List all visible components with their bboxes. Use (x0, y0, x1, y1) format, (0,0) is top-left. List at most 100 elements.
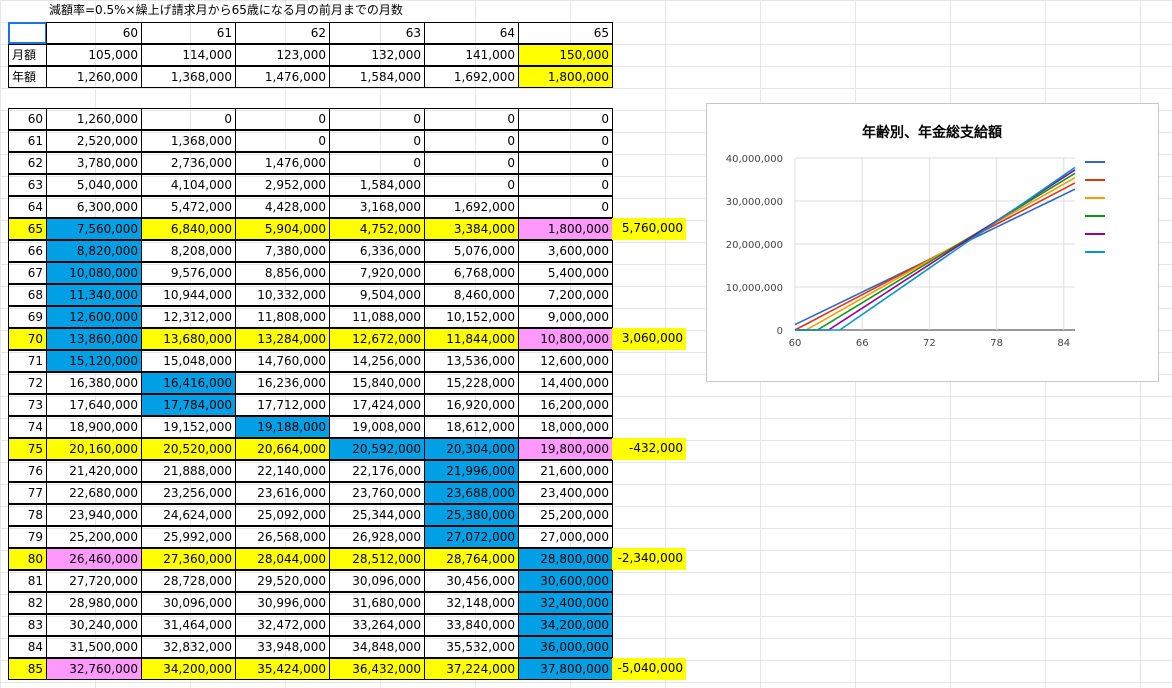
total-value-cell[interactable]: 10,800,000 (518, 328, 613, 350)
total-value-cell[interactable]: 0 (235, 130, 330, 152)
age-label-cell[interactable]: 61 (8, 130, 47, 152)
total-value-cell[interactable]: 20,592,000 (329, 438, 425, 460)
total-value-cell[interactable]: 30,600,000 (518, 570, 613, 592)
total-value-cell[interactable]: 6,336,000 (329, 240, 425, 262)
total-value-cell[interactable]: 19,188,000 (235, 416, 330, 438)
total-value-cell[interactable]: 23,760,000 (329, 482, 425, 504)
total-value-cell[interactable]: 30,096,000 (141, 592, 236, 614)
total-value-cell[interactable]: 21,996,000 (424, 460, 519, 482)
total-value-cell[interactable]: 23,256,000 (141, 482, 236, 504)
total-value-cell[interactable]: 17,712,000 (235, 394, 330, 416)
total-value-cell[interactable]: 32,760,000 (46, 658, 142, 680)
total-value-cell[interactable]: 0 (424, 174, 519, 196)
total-value-cell[interactable]: 11,844,000 (424, 328, 519, 350)
total-value-cell[interactable]: 7,380,000 (235, 240, 330, 262)
total-value-cell[interactable]: 30,240,000 (46, 614, 142, 636)
total-value-cell[interactable]: 11,340,000 (46, 284, 142, 306)
total-value-cell[interactable]: 17,424,000 (329, 394, 425, 416)
total-value-cell[interactable]: 6,768,000 (424, 262, 519, 284)
total-value-cell[interactable]: 20,520,000 (141, 438, 236, 460)
header-age-cell[interactable]: 62 (235, 22, 330, 44)
total-value-cell[interactable]: 7,920,000 (329, 262, 425, 284)
total-value-cell[interactable]: 3,168,000 (329, 196, 425, 218)
total-value-cell[interactable]: 27,072,000 (424, 526, 519, 548)
total-value-cell[interactable]: 16,200,000 (518, 394, 613, 416)
annual-value-cell[interactable]: 1,260,000 (46, 66, 142, 88)
total-value-cell[interactable]: 0 (518, 196, 613, 218)
total-value-cell[interactable]: 36,432,000 (329, 658, 425, 680)
total-value-cell[interactable]: 1,584,000 (329, 174, 425, 196)
total-value-cell[interactable]: 28,044,000 (235, 548, 330, 570)
age-label-cell[interactable]: 64 (8, 196, 47, 218)
total-value-cell[interactable]: 9,504,000 (329, 284, 425, 306)
total-value-cell[interactable]: 1,800,000 (518, 218, 613, 240)
age-label-cell[interactable]: 76 (8, 460, 47, 482)
total-value-cell[interactable]: 25,380,000 (424, 504, 519, 526)
row-label[interactable]: 月額 (8, 44, 47, 66)
total-value-cell[interactable]: 0 (424, 130, 519, 152)
total-value-cell[interactable]: 31,680,000 (329, 592, 425, 614)
difference-cell[interactable]: -2,340,000 (612, 548, 686, 570)
total-value-cell[interactable]: 20,160,000 (46, 438, 142, 460)
total-value-cell[interactable]: 16,416,000 (141, 372, 236, 394)
selected-cell[interactable] (8, 22, 47, 44)
age-label-cell[interactable]: 67 (8, 262, 47, 284)
difference-cell[interactable]: 5,760,000 (612, 218, 686, 240)
total-value-cell[interactable]: 15,048,000 (141, 350, 236, 372)
total-value-cell[interactable]: 1,692,000 (424, 196, 519, 218)
total-value-cell[interactable]: 21,600,000 (518, 460, 613, 482)
total-value-cell[interactable]: 25,200,000 (46, 526, 142, 548)
total-value-cell[interactable]: 23,688,000 (424, 482, 519, 504)
age-label-cell[interactable]: 66 (8, 240, 47, 262)
total-value-cell[interactable]: 17,784,000 (141, 394, 236, 416)
total-value-cell[interactable]: 13,860,000 (46, 328, 142, 350)
total-value-cell[interactable]: 13,680,000 (141, 328, 236, 350)
total-value-cell[interactable]: 33,264,000 (329, 614, 425, 636)
total-value-cell[interactable]: 2,736,000 (141, 152, 236, 174)
total-value-cell[interactable]: 25,200,000 (518, 504, 613, 526)
total-value-cell[interactable]: 0 (424, 108, 519, 130)
total-value-cell[interactable]: 26,460,000 (46, 548, 142, 570)
total-value-cell[interactable]: 0 (235, 108, 330, 130)
total-value-cell[interactable]: 0 (329, 130, 425, 152)
total-value-cell[interactable]: 2,952,000 (235, 174, 330, 196)
total-value-cell[interactable]: 34,848,000 (329, 636, 425, 658)
total-value-cell[interactable]: 3,384,000 (424, 218, 519, 240)
total-value-cell[interactable]: 25,992,000 (141, 526, 236, 548)
total-value-cell[interactable]: 32,148,000 (424, 592, 519, 614)
total-value-cell[interactable]: 14,400,000 (518, 372, 613, 394)
total-value-cell[interactable]: 35,424,000 (235, 658, 330, 680)
row-label[interactable]: 年額 (8, 66, 47, 88)
total-value-cell[interactable]: 9,576,000 (141, 262, 236, 284)
total-value-cell[interactable]: 22,176,000 (329, 460, 425, 482)
age-label-cell[interactable]: 78 (8, 504, 47, 526)
total-value-cell[interactable]: 4,752,000 (329, 218, 425, 240)
total-value-cell[interactable]: 8,820,000 (46, 240, 142, 262)
total-value-cell[interactable]: 26,568,000 (235, 526, 330, 548)
total-value-cell[interactable]: 9,000,000 (518, 306, 613, 328)
annual-value-cell[interactable]: 1,800,000 (518, 66, 613, 88)
total-value-cell[interactable]: 5,904,000 (235, 218, 330, 240)
age-label-cell[interactable]: 60 (8, 108, 47, 130)
total-value-cell[interactable]: 14,256,000 (329, 350, 425, 372)
total-value-cell[interactable]: 20,304,000 (424, 438, 519, 460)
total-value-cell[interactable]: 28,728,000 (141, 570, 236, 592)
header-age-cell[interactable]: 60 (46, 22, 142, 44)
total-value-cell[interactable]: 4,104,000 (141, 174, 236, 196)
age-label-cell[interactable]: 72 (8, 372, 47, 394)
total-value-cell[interactable]: 6,840,000 (141, 218, 236, 240)
monthly-value-cell[interactable]: 132,000 (329, 44, 425, 66)
age-label-cell[interactable]: 82 (8, 592, 47, 614)
age-label-cell[interactable]: 74 (8, 416, 47, 438)
total-value-cell[interactable]: 33,948,000 (235, 636, 330, 658)
total-value-cell[interactable]: 32,472,000 (235, 614, 330, 636)
total-value-cell[interactable]: 37,224,000 (424, 658, 519, 680)
annual-value-cell[interactable]: 1,476,000 (235, 66, 330, 88)
total-value-cell[interactable]: 32,400,000 (518, 592, 613, 614)
total-value-cell[interactable]: 15,228,000 (424, 372, 519, 394)
total-value-cell[interactable]: 23,400,000 (518, 482, 613, 504)
total-value-cell[interactable]: 29,520,000 (235, 570, 330, 592)
total-value-cell[interactable]: 34,200,000 (141, 658, 236, 680)
total-value-cell[interactable]: 0 (518, 130, 613, 152)
age-label-cell[interactable]: 77 (8, 482, 47, 504)
